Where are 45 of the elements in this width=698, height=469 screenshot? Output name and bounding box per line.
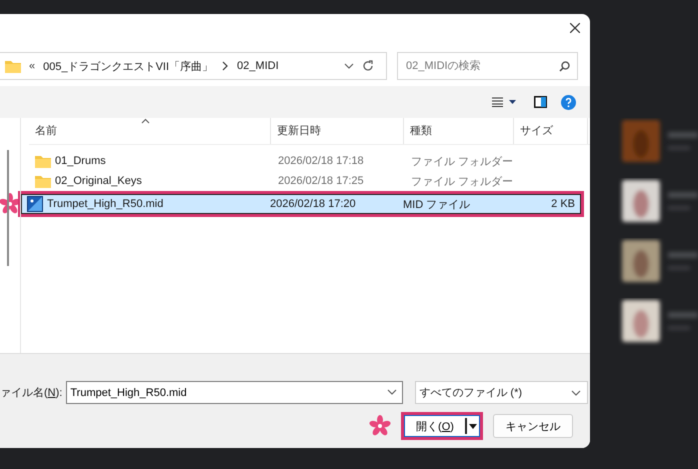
column-header[interactable]: 種類 (404, 118, 514, 144)
overflow-chevron[interactable]: « (29, 60, 36, 72)
scrollbar-thumb[interactable] (7, 150, 9, 266)
file-row[interactable]: 01_Drums 2026/02/18 17:18 ファイル フォルダー (29, 151, 590, 171)
dropdown-icon[interactable] (344, 63, 354, 69)
dropdown-icon[interactable] (387, 389, 398, 395)
file-name: 01_Drums (55, 155, 106, 167)
cancel-button[interactable]: キャンセル (493, 414, 573, 438)
modified-date: 2026/02/18 17:18 (277, 155, 365, 167)
open-button[interactable]: 開く(O) (404, 415, 480, 437)
dropdown-icon[interactable] (571, 390, 582, 396)
modified-date: 2026/02/18 17:25 (277, 175, 365, 187)
folder-icon (35, 174, 51, 188)
flower-icon (369, 415, 391, 437)
address-bar[interactable]: « 005_ドラゴンクエストVII「序曲」 02_MIDI (0, 52, 387, 80)
path-segment[interactable]: 02_MIDI (237, 60, 279, 72)
folder-icon (5, 60, 21, 72)
path-segment[interactable]: 005_ドラゴンクエストVII「序曲」 (43, 58, 214, 74)
folder-icon (35, 154, 51, 168)
file-size: 2 KB (550, 198, 576, 210)
file-name: Trumpet_High_R50.mid (47, 198, 164, 210)
preview-pane-icon[interactable] (534, 96, 547, 108)
help-icon[interactable] (561, 94, 576, 110)
chevron-icon (221, 61, 230, 71)
file-row[interactable]: 02_Original_Keys 2026/02/18 17:25 ファイル フォルダー (29, 171, 590, 191)
filename-label: ァイル名(N): (0, 386, 62, 400)
close-icon[interactable] (570, 23, 580, 33)
column-header[interactable]: サイズ (514, 118, 588, 144)
modified-date: 2026/02/18 17:20 (269, 198, 357, 210)
column-header[interactable]: 名前 (29, 118, 271, 144)
search-icon (559, 61, 570, 72)
file-row[interactable]: Trumpet_High_R50.mid 2026/02/18 17:20 MID ファイル 2 KB (21, 194, 581, 214)
sort-up-icon (141, 118, 150, 124)
file-type: MID ファイル (402, 198, 472, 212)
file-name: 02_Original_Keys (55, 175, 142, 187)
file-type: ファイル フォルダー (410, 174, 514, 188)
caret-icon[interactable] (469, 424, 477, 428)
file-type-value: すべてのファイル (*) (419, 386, 524, 400)
file-type: ファイル フォルダー (410, 154, 514, 168)
refresh-icon[interactable] (362, 60, 374, 72)
column-header[interactable]: 更新日時 (271, 118, 404, 144)
filename-field[interactable]: Trumpet_High_R50.mid (66, 381, 404, 404)
search-field[interactable]: 02_MIDIの検索 (397, 52, 578, 80)
file-type-dropdown[interactable]: すべてのファイル (*) (415, 381, 588, 404)
music-file-icon (27, 196, 43, 212)
